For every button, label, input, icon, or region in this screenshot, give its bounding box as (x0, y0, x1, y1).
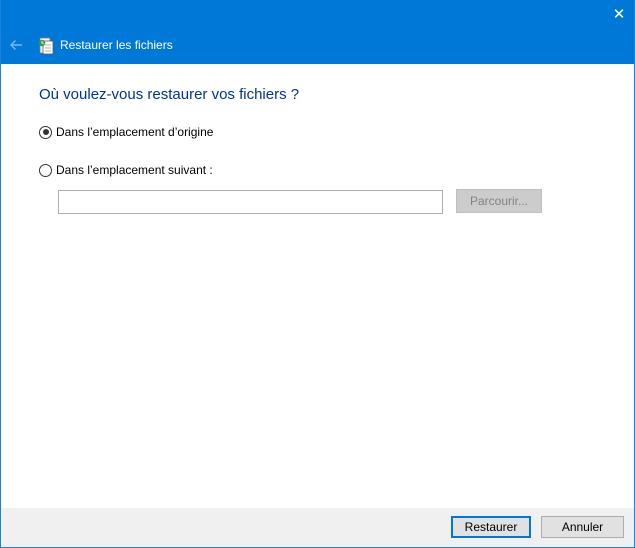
option-custom-location[interactable]: Dans l’emplacement suivant : (39, 163, 213, 177)
restore-button[interactable]: Restaurer (451, 516, 531, 538)
option-custom-label: Dans l’emplacement suivant : (56, 163, 213, 177)
radio-original-location[interactable] (39, 125, 52, 139)
radio-custom-location[interactable] (39, 163, 52, 177)
window-title: Restaurer les fichiers (60, 38, 173, 52)
back-arrow-icon (10, 40, 22, 50)
close-icon: ✕ (612, 6, 626, 23)
browse-button[interactable]: Parcourir... (456, 189, 542, 213)
restore-files-window: ✕ Restaurer les fichiers Où voulez-vous … (0, 0, 635, 548)
cancel-button[interactable]: Annuler (541, 516, 624, 538)
file-history-icon (38, 37, 54, 55)
destination-path-input[interactable] (58, 190, 443, 214)
dialog-footer: Restaurer Annuler (1, 508, 634, 547)
page-heading: Où voulez-vous restaurer vos fichiers ? (39, 86, 300, 103)
back-button[interactable] (5, 34, 27, 56)
title-bar: ✕ Restaurer les fichiers (1, 0, 634, 64)
close-button[interactable]: ✕ (602, 0, 634, 30)
option-original-location[interactable]: Dans l’emplacement d’origine (39, 125, 213, 139)
option-original-label: Dans l’emplacement d’origine (56, 125, 214, 139)
